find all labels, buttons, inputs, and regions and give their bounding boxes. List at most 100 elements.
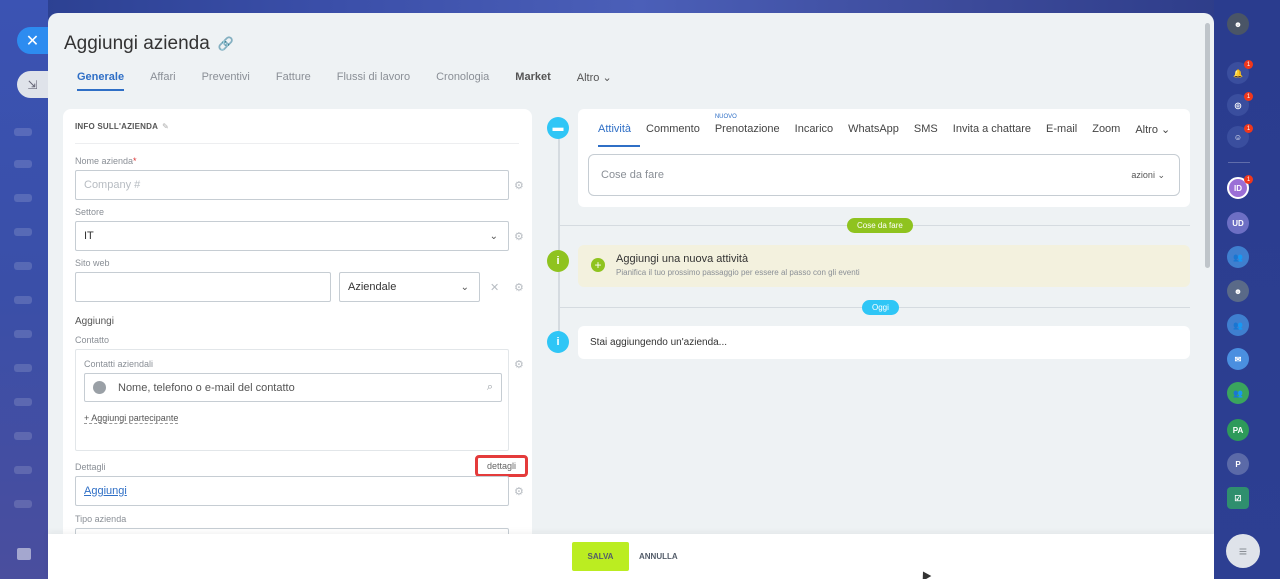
cursor-icon	[918, 569, 932, 579]
gear-icon[interactable]: ⚙	[514, 230, 524, 243]
details-label: Dettagli	[75, 462, 106, 472]
todo-placeholder: Cose da fare	[601, 169, 664, 181]
website-input[interactable]	[75, 272, 331, 302]
cancel-button[interactable]: ANNULLA	[639, 542, 678, 571]
todo-pill: Cose da fare	[847, 218, 913, 233]
website-type-value: Aziendale	[348, 281, 397, 293]
details-button[interactable]: dettagli	[475, 455, 528, 477]
new-badge: NUOVO	[714, 114, 737, 120]
company-name-input[interactable]: Company #	[75, 170, 509, 200]
gear-icon[interactable]: ⚙	[514, 179, 524, 192]
activity-editor: Attività Commento NUOVO Prenotazione Inca…	[578, 109, 1190, 207]
minimize-icon[interactable]: ⇲	[17, 71, 48, 98]
page-title-text: Aggiungi azienda	[64, 33, 210, 54]
timeline-line	[558, 123, 560, 353]
required-marker: *	[133, 156, 137, 166]
etab-prenotazione[interactable]: NUOVO Prenotazione	[714, 114, 780, 136]
etab-email[interactable]: E-mail	[1046, 123, 1077, 136]
contact-search-input[interactable]: Nome, telefono o e-mail del contatto ⌕	[84, 373, 502, 402]
tab-generale[interactable]: Generale	[77, 71, 125, 91]
scrollbar[interactable]	[1205, 23, 1210, 268]
slider-panel: Aggiungi azienda 🔗 Generale Affari Preve…	[48, 13, 1214, 579]
user-avatar[interactable]: ☻	[1227, 13, 1249, 35]
gear-icon[interactable]: ⚙	[514, 485, 524, 498]
gear-icon[interactable]: ⚙	[514, 281, 524, 294]
gear-icon[interactable]: ⚙	[514, 358, 524, 371]
notification-badge: 1	[1244, 124, 1253, 133]
etab-altro[interactable]: Altro ⌄	[1135, 123, 1170, 136]
avatar-ud[interactable]: UD	[1227, 212, 1249, 234]
tab-preventivi[interactable]: Preventivi	[202, 71, 250, 91]
etab-zoom[interactable]: Zoom	[1092, 123, 1120, 136]
print-icon[interactable]	[17, 548, 31, 560]
tab-cronologia[interactable]: Cronologia	[436, 71, 489, 91]
close-icon[interactable]: ✕	[17, 27, 48, 54]
etab-incarico[interactable]: Incarico	[795, 123, 834, 136]
notification-badge: 1	[1244, 92, 1253, 101]
group-icon[interactable]: 👥	[1227, 382, 1249, 404]
group-icon[interactable]: 👥	[1227, 314, 1249, 336]
task-icon[interactable]: ☑	[1227, 487, 1249, 509]
strip-decoration	[14, 194, 32, 202]
user-icon[interactable]: ☻	[1227, 280, 1249, 302]
chevron-down-icon: ⌄	[1157, 169, 1165, 180]
tab-altro[interactable]: Altro ⌄	[577, 71, 612, 91]
website-type-select[interactable]: Aziendale ⌄	[339, 272, 480, 302]
divider	[1228, 162, 1250, 163]
sector-value: IT	[84, 230, 94, 242]
company-info-card: INFO SULL'AZIENDA ✎ Nome azienda* Company…	[63, 109, 532, 549]
new-activity-card[interactable]: + Aggiungi una nuova attività Pianifica …	[578, 245, 1190, 287]
etab-whatsapp[interactable]: WhatsApp	[848, 123, 899, 136]
message-icon[interactable]: ✉	[1227, 348, 1249, 370]
strip-decoration	[14, 364, 32, 372]
tab-affari[interactable]: Affari	[150, 71, 175, 91]
company-name-label-text: Nome azienda	[75, 156, 134, 166]
chat-icon: ▬	[547, 117, 569, 139]
strip-decoration	[14, 398, 32, 406]
menu-icon[interactable]: ≡	[1226, 534, 1260, 568]
tab-flussi[interactable]: Flussi di lavoro	[337, 71, 410, 91]
page-title: Aggiungi azienda 🔗	[64, 33, 234, 55]
active-tab-underline	[598, 145, 640, 147]
tab-altro-label: Altro	[576, 72, 600, 84]
etab-invita[interactable]: Invita a chattare	[953, 123, 1031, 136]
strip-decoration	[14, 228, 32, 236]
todo-input[interactable]: Cose da fare azioni ⌄	[588, 154, 1180, 196]
editor-tabs: Attività Commento NUOVO Prenotazione Inca…	[598, 114, 1185, 136]
etab-commento[interactable]: Commento	[646, 123, 700, 136]
actions-dropdown[interactable]: azioni ⌄	[1131, 170, 1165, 181]
details-field[interactable]: Aggiungi	[75, 476, 509, 506]
tab-fatture[interactable]: Fatture	[276, 71, 311, 91]
strip-decoration	[14, 500, 32, 508]
etab-attivita[interactable]: Attività	[598, 123, 631, 136]
contact-box: Contatti aziendali Nome, telefono o e-ma…	[75, 349, 509, 451]
etab-altro-label: Altro	[1135, 124, 1158, 136]
left-strip: ✕ ⇲	[0, 0, 48, 579]
details-add-link[interactable]: Aggiungi	[84, 485, 127, 497]
plus-icon[interactable]: +	[591, 258, 605, 272]
strip-decoration	[14, 160, 32, 168]
notification-badge: 1	[1244, 175, 1253, 184]
strip-decoration	[14, 466, 32, 474]
etab-prenotazione-label: Prenotazione	[714, 123, 780, 135]
tab-market[interactable]: Market	[515, 71, 550, 91]
strip-decoration	[14, 330, 32, 338]
remove-icon[interactable]: ✕	[490, 281, 499, 294]
link-icon[interactable]: 🔗	[218, 36, 234, 52]
actions-label: azioni	[1131, 169, 1155, 180]
add-participant-link[interactable]: + Aggiungi partecipante	[84, 413, 179, 424]
pencil-icon[interactable]: ✎	[162, 122, 169, 131]
group-icon[interactable]: 👥	[1227, 246, 1249, 268]
avatar-p[interactable]: P	[1227, 453, 1249, 475]
company-contacts-label: Contatti aziendali	[84, 359, 154, 369]
contact-label: Contatto	[75, 335, 110, 345]
person-icon	[93, 381, 106, 394]
save-button[interactable]: SALVA	[572, 542, 629, 571]
company-name-placeholder: Company #	[84, 179, 141, 191]
chevron-down-icon: ⌄	[460, 281, 469, 293]
company-type-label: Tipo azienda	[75, 514, 127, 524]
avatar-pa[interactable]: PA	[1227, 419, 1249, 441]
etab-sms[interactable]: SMS	[914, 123, 938, 136]
search-icon[interactable]: ⌕	[487, 381, 493, 394]
sector-select[interactable]: IT ⌄	[75, 221, 509, 251]
